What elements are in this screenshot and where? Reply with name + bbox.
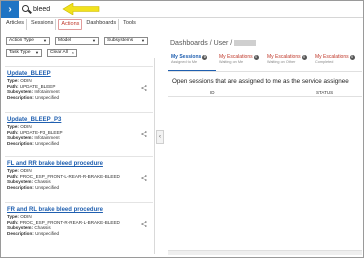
field-value: UPDATE-P3_BLEEP [19, 129, 63, 135]
share-icon[interactable] [141, 85, 147, 91]
action-type-dropdown[interactable]: Action Type ▼ [6, 37, 50, 45]
action-title-link[interactable]: FR and RL brake bleed procedure [7, 206, 153, 214]
actions-list: Update_BLEEP Type: ODIN Path: UPDATE_BLE… [3, 58, 155, 254]
tab-sublabel: Completed [315, 60, 334, 64]
horizontal-scrollbar[interactable] [168, 250, 362, 255]
dashboard-tabs: My Sessions 0 Assigned to Me My Escalatio… [168, 54, 362, 72]
tab-sublabel: Waiting on Other [267, 60, 296, 64]
field-label: Type: [7, 78, 19, 83]
main-nav: Articles Sessions Actions Dashboards Too… [4, 19, 138, 30]
share-icon[interactable] [141, 221, 147, 227]
field-label: Subsystem: [7, 89, 34, 95]
field-value: ODIN [20, 124, 32, 129]
action-description: Description: Unspecified [7, 185, 153, 191]
field-value: Unspecified [35, 94, 60, 100]
list-item: Update_BLEEP Type: ODIN Path: UPDATE_BLE… [5, 66, 153, 100]
list-item: Update_BLEEP_P3 Type: ODIN Path: UPDATE-… [5, 112, 153, 146]
count-badge: 0 [253, 55, 259, 60]
action-title-link[interactable]: Update_BLEEP [7, 70, 153, 78]
action-description: Description: Unspecified [7, 95, 153, 101]
subsystems-dropdown[interactable]: Subsystems ▼ [104, 37, 148, 45]
dashboard-description: Open sessions that are assigned to me as… [172, 78, 349, 85]
tab-escalations-waiting-on-other[interactable]: My Escalations 0 Waiting on Other [264, 54, 312, 71]
field-label: Subsystem: [7, 179, 34, 185]
model-dropdown[interactable]: Model ▼ [55, 37, 99, 45]
nav-sessions[interactable]: Sessions [29, 19, 57, 30]
tab-escalations-completed[interactable]: My Escalations 0 Completed [312, 54, 360, 71]
count-badge: 0 [349, 55, 355, 60]
field-value: Unspecified [35, 140, 60, 146]
field-value: Infotainment [34, 89, 60, 95]
field-label: Description: [7, 140, 34, 146]
field-value: Infotainment [34, 135, 60, 141]
share-icon[interactable] [141, 131, 147, 137]
action-title-link[interactable]: FL and RR brake bleed procedure [7, 160, 153, 168]
list-item: FR and RL brake bleed procedure Type: OD… [5, 202, 153, 236]
share-icon[interactable] [141, 175, 147, 181]
tab-sublabel: Assigned to Me [171, 60, 198, 64]
field-label: Type: [7, 168, 19, 173]
count-badge: 0 [202, 55, 208, 60]
field-value: Unspecified [35, 184, 60, 190]
field-label: Description: [7, 94, 34, 100]
tab-sublabel: Waiting on Me [219, 60, 244, 64]
field-value: ODIN [20, 168, 32, 173]
redacted-username [234, 40, 257, 47]
chevron-down-icon: ▼ [141, 38, 145, 43]
chevron-left-icon: ‹ [159, 134, 161, 140]
breadcrumb-text: Dashboards / User / [170, 40, 233, 47]
breadcrumb: Dashboards / User / [170, 40, 257, 47]
tab-my-sessions[interactable]: My Sessions 0 Assigned to Me [168, 54, 216, 71]
field-label: Type: [7, 124, 19, 129]
field-label: Path: [7, 129, 19, 135]
nav-articles[interactable]: Articles [4, 19, 28, 30]
list-item: FL and RR brake bleed procedure Type: OD… [5, 156, 153, 190]
field-label: Path: [7, 173, 19, 179]
clear-all-button[interactable]: Clear All × [47, 49, 77, 57]
field-value: PROC_ESP_FRONT-L-REAR-R-BRAKE-BLEED [19, 173, 120, 179]
count-badge: 0 [301, 55, 307, 60]
field-value: Chassis [34, 225, 51, 231]
collapse-panel-button[interactable]: ‹ [156, 130, 164, 144]
close-icon: × [71, 50, 74, 55]
task-type-dropdown[interactable]: Task Type ▼ [6, 49, 42, 57]
chevron-down-icon: ▼ [92, 38, 96, 43]
nav-dashboards[interactable]: Dashboards [84, 19, 120, 30]
column-header-status[interactable]: STATUS [316, 90, 333, 95]
field-value: UPDATE_BLEEP [19, 83, 56, 89]
field-label: Description: [7, 184, 34, 190]
field-label: Type: [7, 214, 19, 219]
action-description: Description: Unspecified [7, 231, 153, 237]
chevron-down-icon: ▼ [43, 38, 47, 43]
field-value: ODIN [20, 78, 32, 83]
nav-actions[interactable]: Actions [58, 19, 83, 30]
column-header-id[interactable]: ID [210, 90, 215, 95]
top-bar: › [1, 1, 363, 18]
search-icon [22, 5, 29, 12]
field-label: Description: [7, 230, 34, 236]
field-value: ODIN [20, 214, 32, 219]
field-value: PROC_ESP_FRONT-R-REAR-L-BRAKE-BLEED [19, 219, 120, 225]
field-label: Path: [7, 219, 19, 225]
field-value: Chassis [34, 179, 51, 185]
field-value: Unspecified [35, 230, 60, 236]
field-label: Subsystem: [7, 135, 34, 141]
expand-menu-button[interactable]: › [1, 1, 19, 18]
field-label: Path: [7, 83, 19, 89]
sessions-table-header: ID STATUS [168, 89, 362, 97]
chevron-down-icon: ▼ [35, 50, 39, 55]
tab-escalations-waiting-on-me[interactable]: My Escalations 0 Waiting on Me [216, 54, 264, 71]
field-label: Subsystem: [7, 225, 34, 231]
action-title-link[interactable]: Update_BLEEP_P3 [7, 116, 153, 124]
action-description: Description: Unspecified [7, 141, 153, 147]
pointer-arrow-icon [62, 3, 100, 15]
nav-tools[interactable]: Tools [121, 19, 138, 30]
